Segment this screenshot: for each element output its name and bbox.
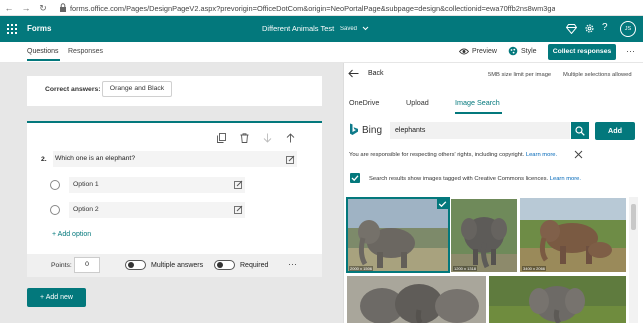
help-icon[interactable]: ?	[602, 22, 608, 34]
size-limit-note: 5MB size limit per image	[488, 72, 552, 78]
add-image-button[interactable]: Add	[595, 122, 635, 140]
save-status[interactable]: Saved	[340, 24, 357, 34]
more-options-icon[interactable]: ···	[626, 45, 635, 57]
back-arrow-icon[interactable]	[348, 69, 359, 78]
points-input[interactable]: 0	[74, 257, 100, 273]
selected-checkmark	[437, 199, 448, 209]
creative-commons-note: Search results show images tagged with C…	[369, 175, 581, 183]
question-text-input[interactable]: Which one is an elephant?	[53, 151, 297, 167]
collect-responses-button[interactable]: Collect responses	[548, 44, 616, 60]
add-new-button[interactable]: + Add new	[27, 288, 86, 307]
tab-image-search[interactable]: Image Search	[455, 98, 500, 108]
elephant-photo-5	[489, 276, 626, 323]
image-insert-icon[interactable]	[286, 155, 295, 164]
learn-more-link[interactable]: Learn more.	[526, 152, 557, 158]
add-option-button[interactable]: + Add option	[52, 229, 91, 241]
image-insert-icon[interactable]	[234, 205, 243, 214]
close-icon[interactable]	[574, 150, 583, 159]
creative-commons-checkbox[interactable]	[350, 173, 360, 183]
tab-onedrive[interactable]: OneDrive	[349, 98, 379, 108]
eye-icon[interactable]	[459, 47, 469, 56]
correct-answer-chip[interactable]: Orange and Black	[102, 81, 172, 97]
back-button[interactable]: Back	[368, 69, 384, 79]
form-title[interactable]: Different Animals Test	[262, 24, 334, 34]
elephant-photo-1	[347, 198, 449, 272]
image-dimensions: 1200 x 1318	[453, 266, 478, 271]
address-bar[interactable]: forms.office.com/Pages/DesignPageV2.aspx…	[70, 3, 555, 14]
move-up-icon[interactable]	[286, 133, 295, 143]
trash-icon[interactable]	[240, 133, 249, 143]
multiple-answers-toggle[interactable]	[125, 260, 146, 270]
image-search-input[interactable]: elephants	[390, 122, 570, 139]
correct-answers-label: Correct answers:	[45, 86, 101, 93]
checkmark-icon	[351, 175, 359, 182]
learn-more-link[interactable]: Learn more.	[550, 176, 581, 182]
scrollbar-thumb[interactable]	[631, 204, 636, 230]
elephant-photo-2	[451, 199, 517, 272]
lock-icon	[60, 3, 66, 12]
app-launcher-icon[interactable]	[7, 24, 17, 34]
diamond-icon[interactable]	[566, 24, 577, 34]
points-label: Points:	[51, 262, 72, 269]
tab-questions[interactable]: Questions	[27, 46, 59, 58]
image-result[interactable]: 3400 x 2066	[520, 198, 626, 272]
bing-logo-icon	[350, 123, 358, 135]
move-down-icon[interactable]	[263, 133, 272, 143]
image-dimensions: 2000 x 1506	[349, 266, 374, 271]
app-name[interactable]: Forms	[27, 23, 51, 35]
option-1-input[interactable]: Option 1	[69, 177, 245, 193]
multiple-selections-note: Multiple selections allowed	[563, 72, 632, 78]
style-button[interactable]: Style	[521, 46, 537, 58]
more-options-icon[interactable]: ···	[288, 258, 297, 270]
image-result[interactable]	[489, 276, 626, 323]
tab-responses[interactable]: Responses	[68, 46, 103, 58]
disclaimer-text: You are responsible for respecting other…	[349, 152, 525, 158]
option-2-radio[interactable]	[50, 205, 60, 215]
image-dimensions: 3400 x 2066	[522, 266, 547, 271]
palette-icon[interactable]	[508, 45, 518, 57]
image-result[interactable]	[347, 276, 486, 323]
option-2-input[interactable]: Option 2	[69, 202, 245, 218]
checkmark-icon	[438, 201, 447, 208]
search-icon[interactable]	[575, 126, 585, 136]
multiple-answers-label: Multiple answers	[151, 262, 204, 269]
browser-toolbar: ← → ↻ forms.office.com/Pages/DesignPageV…	[0, 0, 643, 16]
cc-text: Search results show images tagged with C…	[369, 176, 549, 182]
image-insert-icon[interactable]	[234, 180, 243, 189]
required-toggle[interactable]	[214, 260, 235, 270]
gear-icon[interactable]	[584, 23, 595, 34]
forward-arrow-icon[interactable]: →	[21, 2, 31, 14]
refresh-icon[interactable]: ↻	[38, 2, 48, 14]
bing-label: Bing	[362, 125, 383, 136]
elephant-photo-3	[520, 198, 626, 272]
avatar[interactable]: JS	[620, 21, 636, 37]
active-tab-indicator	[27, 59, 60, 61]
required-label: Required	[240, 262, 269, 269]
back-arrow-icon[interactable]: ←	[4, 2, 14, 14]
image-result[interactable]: 2000 x 1506	[346, 197, 450, 273]
tab-upload[interactable]: Upload	[406, 98, 429, 108]
copyright-disclaimer: You are responsible for respecting other…	[349, 151, 557, 159]
elephant-photo-4	[347, 276, 486, 323]
tab-strip: Questions Responses Preview Style Collec…	[0, 42, 643, 63]
active-tab-indicator	[455, 112, 502, 114]
app-header: Forms Different Animals Test Saved ? JS	[0, 16, 643, 42]
question-number: 2.	[41, 156, 47, 163]
preview-button[interactable]: Preview	[472, 46, 497, 58]
image-result[interactable]: 1200 x 1318	[451, 199, 517, 272]
option-1-radio[interactable]	[50, 180, 60, 190]
chevron-down-icon[interactable]	[362, 25, 369, 32]
copy-icon[interactable]	[217, 133, 226, 143]
